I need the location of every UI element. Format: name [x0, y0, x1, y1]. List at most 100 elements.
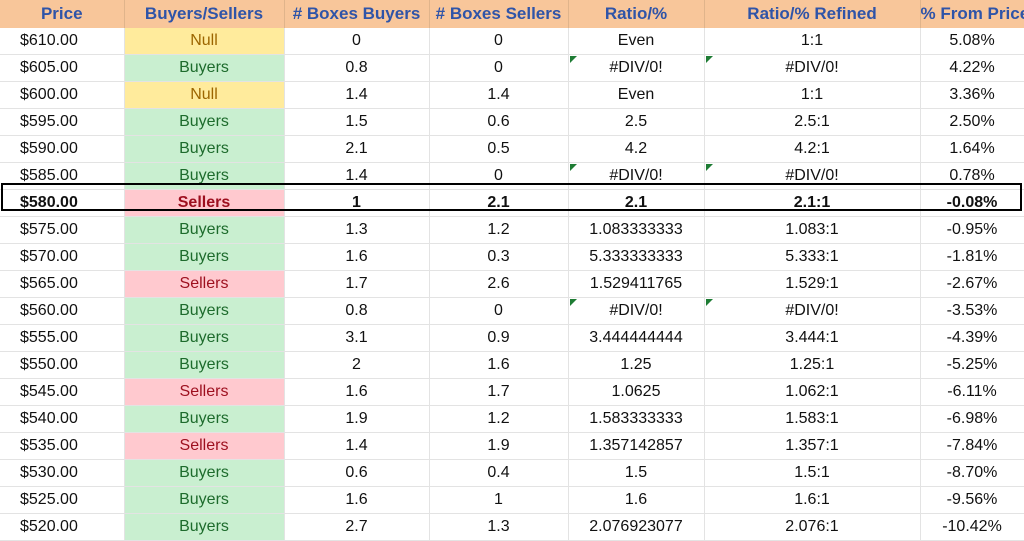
- buyers-sellers-cell[interactable]: Buyers: [124, 324, 285, 352]
- ratio-cell[interactable]: 1.083333333: [568, 216, 705, 244]
- boxes-buyers-cell[interactable]: 2.7: [284, 513, 430, 541]
- ratio-cell[interactable]: 2.1: [568, 189, 705, 217]
- ratio-cell[interactable]: Even: [568, 81, 705, 109]
- boxes-sellers-cell[interactable]: 1: [429, 486, 569, 514]
- pct-from-price-cell[interactable]: -6.98%: [920, 405, 1024, 433]
- boxes-sellers-cell[interactable]: 0.4: [429, 459, 569, 487]
- ratio-cell[interactable]: 1.583333333: [568, 405, 705, 433]
- price-cell[interactable]: $520.00: [0, 513, 125, 541]
- boxes-buyers-cell[interactable]: 0.8: [284, 297, 430, 325]
- ratio-refined-cell[interactable]: 2.1:1: [704, 189, 921, 217]
- boxes-sellers-cell[interactable]: 1.2: [429, 405, 569, 433]
- boxes-sellers-cell[interactable]: 1.4: [429, 81, 569, 109]
- boxes-buyers-cell[interactable]: 1.4: [284, 162, 430, 190]
- ratio-refined-cell[interactable]: 5.333:1: [704, 243, 921, 271]
- pct-from-price-cell[interactable]: 2.50%: [920, 108, 1024, 136]
- price-cell[interactable]: $530.00: [0, 459, 125, 487]
- boxes-sellers-cell[interactable]: 2.6: [429, 270, 569, 298]
- pct-from-price-cell[interactable]: 5.08%: [920, 28, 1024, 55]
- ratio-cell[interactable]: #DIV/0!: [568, 162, 705, 190]
- price-cell[interactable]: $535.00: [0, 432, 125, 460]
- buyers-sellers-cell[interactable]: Null: [124, 28, 285, 55]
- price-cell[interactable]: $585.00: [0, 162, 125, 190]
- pct-from-price-cell[interactable]: -3.53%: [920, 297, 1024, 325]
- ratio-cell[interactable]: 1.529411765: [568, 270, 705, 298]
- ratio-cell[interactable]: 1.357142857: [568, 432, 705, 460]
- buyers-sellers-cell[interactable]: Buyers: [124, 135, 285, 163]
- price-cell[interactable]: $605.00: [0, 54, 125, 82]
- buyers-sellers-cell[interactable]: Sellers: [124, 270, 285, 298]
- pct-from-price-cell[interactable]: -5.25%: [920, 351, 1024, 379]
- buyers-sellers-cell[interactable]: Buyers: [124, 108, 285, 136]
- boxes-sellers-cell[interactable]: 2.1: [429, 189, 569, 217]
- price-cell[interactable]: $550.00: [0, 351, 125, 379]
- boxes-sellers-cell[interactable]: 0.3: [429, 243, 569, 271]
- header-pct-from-price[interactable]: % From Price: [920, 0, 1024, 28]
- boxes-sellers-cell[interactable]: 1.7: [429, 378, 569, 406]
- boxes-buyers-cell[interactable]: 3.1: [284, 324, 430, 352]
- ratio-cell[interactable]: 1.0625: [568, 378, 705, 406]
- boxes-sellers-cell[interactable]: 1.6: [429, 351, 569, 379]
- ratio-refined-cell[interactable]: #DIV/0!: [704, 54, 921, 82]
- ratio-refined-cell[interactable]: #DIV/0!: [704, 297, 921, 325]
- pct-from-price-cell[interactable]: -2.67%: [920, 270, 1024, 298]
- boxes-buyers-cell[interactable]: 0: [284, 28, 430, 55]
- pct-from-price-cell[interactable]: -4.39%: [920, 324, 1024, 352]
- ratio-refined-cell[interactable]: 1.357:1: [704, 432, 921, 460]
- boxes-sellers-cell[interactable]: 0.6: [429, 108, 569, 136]
- pct-from-price-cell[interactable]: -9.56%: [920, 486, 1024, 514]
- boxes-buyers-cell[interactable]: 0.6: [284, 459, 430, 487]
- boxes-buyers-cell[interactable]: 1.4: [284, 81, 430, 109]
- pct-from-price-cell[interactable]: -0.08%: [920, 189, 1024, 217]
- price-cell[interactable]: $540.00: [0, 405, 125, 433]
- pct-from-price-cell[interactable]: -0.95%: [920, 216, 1024, 244]
- pct-from-price-cell[interactable]: -7.84%: [920, 432, 1024, 460]
- price-cell[interactable]: $570.00: [0, 243, 125, 271]
- price-cell[interactable]: $600.00: [0, 81, 125, 109]
- buyers-sellers-cell[interactable]: Buyers: [124, 459, 285, 487]
- boxes-sellers-cell[interactable]: 0: [429, 162, 569, 190]
- ratio-refined-cell[interactable]: 1.583:1: [704, 405, 921, 433]
- buyers-sellers-cell[interactable]: Buyers: [124, 54, 285, 82]
- boxes-buyers-cell[interactable]: 1.6: [284, 378, 430, 406]
- header-ratio[interactable]: Ratio/%: [568, 0, 705, 28]
- buyers-sellers-cell[interactable]: Sellers: [124, 432, 285, 460]
- price-cell[interactable]: $595.00: [0, 108, 125, 136]
- price-cell[interactable]: $575.00: [0, 216, 125, 244]
- pct-from-price-cell[interactable]: -1.81%: [920, 243, 1024, 271]
- boxes-buyers-cell[interactable]: 1.4: [284, 432, 430, 460]
- ratio-refined-cell[interactable]: 1.6:1: [704, 486, 921, 514]
- boxes-sellers-cell[interactable]: 0: [429, 297, 569, 325]
- price-cell[interactable]: $590.00: [0, 135, 125, 163]
- boxes-buyers-cell[interactable]: 1.7: [284, 270, 430, 298]
- boxes-sellers-cell[interactable]: 1.3: [429, 513, 569, 541]
- boxes-sellers-cell[interactable]: 0.5: [429, 135, 569, 163]
- buyers-sellers-cell[interactable]: Buyers: [124, 486, 285, 514]
- boxes-buyers-cell[interactable]: 1.9: [284, 405, 430, 433]
- ratio-refined-cell[interactable]: 1.5:1: [704, 459, 921, 487]
- ratio-cell[interactable]: 3.444444444: [568, 324, 705, 352]
- boxes-buyers-cell[interactable]: 1.5: [284, 108, 430, 136]
- ratio-refined-cell[interactable]: 1.062:1: [704, 378, 921, 406]
- ratio-cell[interactable]: #DIV/0!: [568, 54, 705, 82]
- pct-from-price-cell[interactable]: 0.78%: [920, 162, 1024, 190]
- buyers-sellers-cell[interactable]: Sellers: [124, 189, 285, 217]
- pct-from-price-cell[interactable]: 3.36%: [920, 81, 1024, 109]
- pct-from-price-cell[interactable]: -10.42%: [920, 513, 1024, 541]
- ratio-cell[interactable]: #DIV/0!: [568, 297, 705, 325]
- boxes-buyers-cell[interactable]: 1: [284, 189, 430, 217]
- ratio-refined-cell[interactable]: 4.2:1: [704, 135, 921, 163]
- ratio-cell[interactable]: 2.5: [568, 108, 705, 136]
- buyers-sellers-cell[interactable]: Buyers: [124, 513, 285, 541]
- price-cell[interactable]: $580.00: [0, 189, 125, 217]
- ratio-refined-cell[interactable]: 2.076:1: [704, 513, 921, 541]
- ratio-cell[interactable]: Even: [568, 28, 705, 55]
- ratio-refined-cell[interactable]: 2.5:1: [704, 108, 921, 136]
- header-price[interactable]: Price: [0, 0, 125, 28]
- buyers-sellers-cell[interactable]: Null: [124, 81, 285, 109]
- buyers-sellers-cell[interactable]: Buyers: [124, 297, 285, 325]
- buyers-sellers-cell[interactable]: Buyers: [124, 351, 285, 379]
- pct-from-price-cell[interactable]: -6.11%: [920, 378, 1024, 406]
- buyers-sellers-cell[interactable]: Buyers: [124, 162, 285, 190]
- ratio-refined-cell[interactable]: 1:1: [704, 28, 921, 55]
